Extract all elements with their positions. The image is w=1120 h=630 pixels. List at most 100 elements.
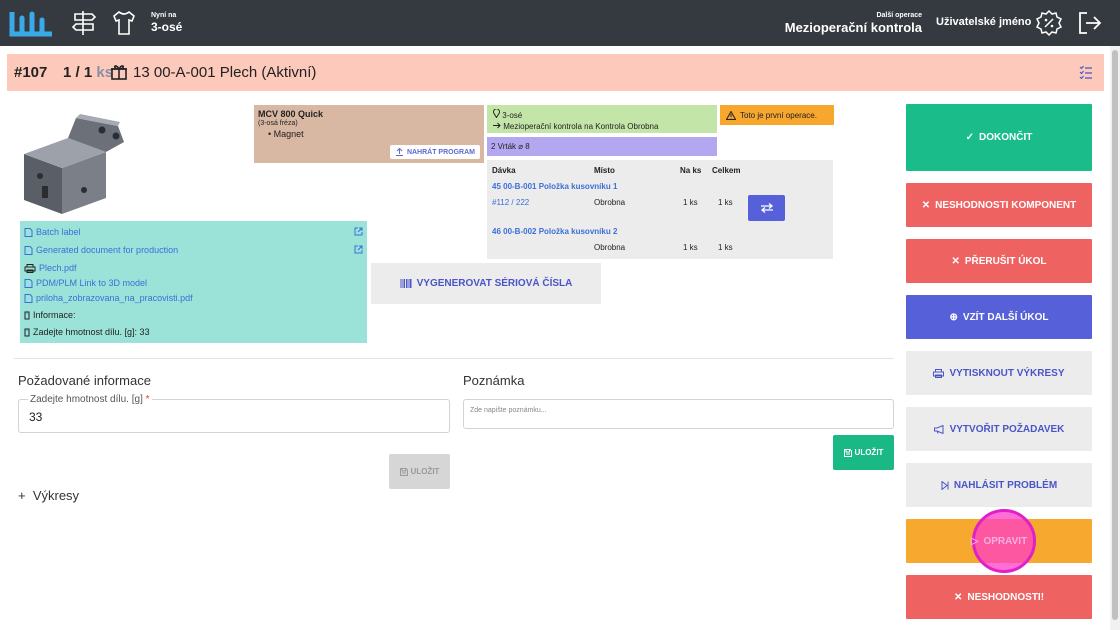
plus-circle-icon: ⊕ bbox=[949, 311, 958, 323]
doc-generated-text[interactable]: Generated document for production bbox=[36, 245, 178, 255]
save-note-label: ULOŽIT bbox=[854, 448, 884, 457]
now-on-label: Nyní na bbox=[151, 12, 177, 19]
doc-pdf[interactable]: Plech.pdf bbox=[24, 262, 77, 274]
location-line1-text: 3-osé bbox=[502, 111, 523, 120]
machine-item: • Magnet bbox=[268, 129, 304, 139]
part-name: 13 00-A-001 Plech (Aktivní) bbox=[133, 64, 317, 81]
weight-input-label: Zadejte hmotnost dílu. [g] * bbox=[28, 394, 152, 405]
batch-row2-title[interactable]: 46 00-B-002 Položka kusovníku 2 bbox=[492, 227, 617, 236]
col-header-total: Celkem bbox=[712, 166, 741, 175]
interrupt-task-button[interactable]: ✕ PŘERUŠIT ÚKOL bbox=[906, 239, 1092, 283]
nonconformities-label: NESHODNOSTI! bbox=[967, 591, 1045, 603]
settings-badge-icon[interactable] bbox=[1035, 9, 1063, 37]
finish-button[interactable]: ✓ DOKONČIT bbox=[906, 104, 1092, 171]
scrollbar-thumb[interactable] bbox=[1112, 50, 1118, 620]
username[interactable]: Uživatelské jméno bbox=[936, 16, 1031, 28]
top-bar: Nyní na 3-osé Další operace Mezioperační… bbox=[0, 0, 1120, 46]
batch-row2-total: 1 ks bbox=[718, 243, 733, 252]
signpost-icon[interactable] bbox=[70, 9, 98, 37]
doc-batch-label-text[interactable]: Batch label bbox=[36, 227, 81, 237]
create-request-button[interactable]: VYTVOŘIT POŽADAVEK bbox=[906, 407, 1092, 451]
company-logo[interactable] bbox=[8, 6, 56, 40]
shirt-icon[interactable] bbox=[110, 9, 138, 37]
close-icon: ✕ bbox=[951, 255, 960, 267]
batch-row2-per: 1 ks bbox=[683, 243, 698, 252]
machine-card: MCV 800 Quick (3-osá fréza) • Magnet NAH… bbox=[254, 105, 484, 163]
logout-icon[interactable] bbox=[1076, 9, 1104, 37]
finish-label: DOKONČIT bbox=[979, 132, 1033, 143]
drawings-label: Výkresy bbox=[32, 488, 80, 503]
part-3d-image bbox=[24, 114, 124, 214]
doc-attachment[interactable]: priloha_zobrazovana_na_pracovisti.pdf bbox=[24, 292, 193, 304]
external-link-icon[interactable] bbox=[354, 227, 363, 236]
doc-pdm-link[interactable]: PDM/PLM Link to 3D model bbox=[24, 277, 147, 289]
batch-row1-total: 1 ks bbox=[718, 198, 733, 207]
location-line2-text: Mezioperační kontrola na Kontrola Obrobn… bbox=[503, 122, 659, 131]
machine-name: MCV 800 Quick bbox=[258, 109, 324, 119]
nonconformities-button[interactable]: ✕ NESHODNOSTI! bbox=[906, 575, 1092, 619]
batch-row1-per: 1 ks bbox=[683, 198, 698, 207]
component-nonconformity-button[interactable]: ✕ NESHODNOSTI KOMPONENT bbox=[906, 183, 1092, 227]
required-mark: * bbox=[145, 394, 150, 405]
tool-card: 2 Vrták ⌀ 8 bbox=[487, 137, 717, 156]
report-problem-label: NAHLÁSIT PROBLÉM bbox=[953, 479, 1058, 491]
generate-serials-button[interactable]: VYGENEROVAT SÉRIOVÁ ČÍSLA bbox=[371, 263, 601, 304]
megaphone-icon bbox=[933, 424, 944, 434]
package-icon bbox=[111, 65, 127, 80]
print-drawings-label: VYTISKNOUT VÝKRESY bbox=[949, 367, 1065, 379]
save-required-info-button[interactable]: ULOŽIT bbox=[389, 454, 450, 489]
close-icon: ✕ bbox=[953, 591, 963, 603]
doc-generated[interactable]: Generated document for production bbox=[24, 244, 178, 256]
upload-program-button[interactable]: NAHRÁT PROGRAM bbox=[389, 145, 480, 159]
take-next-task-button[interactable]: ⊕ VZÍT DALŠÍ ÚKOL bbox=[906, 295, 1092, 339]
save-note-button[interactable]: ULOŽIT bbox=[833, 435, 894, 470]
arrow-right-icon bbox=[493, 122, 501, 129]
save-icon bbox=[843, 448, 852, 457]
print-drawings-button[interactable]: VYTISKNOUT VÝKRESY bbox=[906, 351, 1092, 395]
batch-row2-place: Obrobna bbox=[594, 243, 626, 252]
info-label: Informace: bbox=[24, 309, 76, 321]
create-request-label: VYTVOŘIT POŽADAVEK bbox=[949, 423, 1065, 435]
task-header: #107 1 / 1 ks 13 00-A-001 Plech (Aktivní… bbox=[7, 54, 1104, 91]
tag-icon bbox=[24, 328, 30, 336]
next-operation: Další operace Mezioperační kontrola bbox=[785, 12, 922, 34]
doc-attachment-text[interactable]: priloha_zobrazovana_na_pracovisti.pdf bbox=[36, 293, 193, 303]
document-icon bbox=[24, 227, 33, 237]
tag-icon bbox=[24, 311, 30, 319]
location-line1: 3-osé bbox=[493, 108, 711, 121]
swap-icon bbox=[760, 203, 773, 213]
doc-pdm-link-text[interactable]: PDM/PLM Link to 3D model bbox=[36, 278, 147, 288]
batch-row1-ref[interactable]: #112 / 222 bbox=[492, 198, 529, 207]
upload-program-label: NAHRÁT PROGRAM bbox=[406, 148, 475, 156]
quantity-value: 1 / 1 bbox=[63, 64, 93, 81]
info-weight: Zadejte hmotnost dílu. [g]: 33 bbox=[24, 326, 150, 338]
save-required-info-label: ULOŽIT bbox=[410, 467, 440, 476]
report-problem-button[interactable]: NAHLÁSIT PROBLÉM bbox=[906, 463, 1092, 507]
drawings-toggle[interactable]: + Výkresy bbox=[18, 488, 79, 503]
info-weight-text: Zadejte hmotnost dílu. [g]: 33 bbox=[33, 327, 150, 337]
check-icon: ✓ bbox=[965, 132, 975, 143]
col-header-per-piece: Na ks bbox=[680, 166, 702, 175]
note-title: Poznámka bbox=[463, 373, 525, 388]
col-header-place: Místo bbox=[594, 166, 615, 175]
documents-panel: Batch label Generated document for produ… bbox=[20, 221, 367, 343]
order-number: #107 bbox=[14, 64, 48, 81]
print-icon bbox=[933, 368, 945, 378]
scrollbar[interactable] bbox=[1110, 46, 1120, 630]
location-card: 3-osé Mezioperační kontrola na Kontrola … bbox=[487, 105, 717, 133]
swap-batch-button[interactable] bbox=[748, 195, 785, 221]
note-input[interactable]: Zde napište poznámku... bbox=[463, 399, 894, 429]
warning-icon bbox=[726, 110, 736, 120]
checklist-icon[interactable] bbox=[1079, 65, 1093, 79]
machine-item-text: Magnet bbox=[273, 129, 304, 139]
generate-serials-label: VYGENEROVAT SÉRIOVÁ ČÍSLA bbox=[416, 278, 573, 289]
external-link-icon[interactable] bbox=[354, 245, 363, 254]
machine-type: (3-osá fréza) bbox=[258, 120, 298, 127]
col-header-batch: Dávka bbox=[492, 166, 516, 175]
batch-row1-place: Obrobna bbox=[594, 198, 626, 207]
barcode-icon bbox=[400, 279, 412, 288]
batch-row1-title[interactable]: 45 00-B-001 Položka kusovníku 1 bbox=[492, 182, 617, 191]
print-icon[interactable] bbox=[24, 263, 36, 273]
doc-pdf-text[interactable]: Plech.pdf bbox=[39, 263, 77, 273]
doc-batch-label[interactable]: Batch label bbox=[24, 226, 81, 238]
